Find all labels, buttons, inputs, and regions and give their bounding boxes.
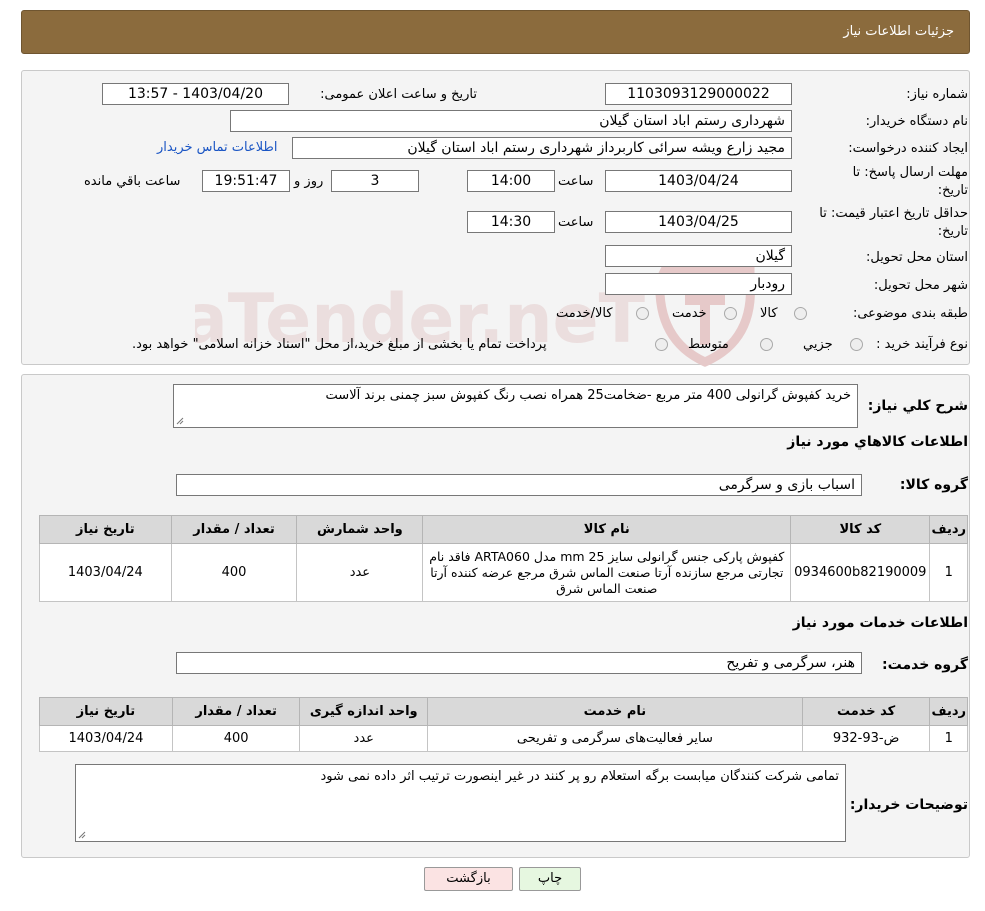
remaining-time-label: ساعت باقي مانده [84,174,181,189]
buyer-notes-textarea[interactable]: تمامی شرکت کنندگان میابست برگه استعلام ر… [75,764,846,842]
goods-group-field: اسباب بازی و سرگرمی [176,474,862,496]
back-button[interactable]: بازگشت [424,867,513,891]
goods-col-code: کد کالا [790,515,931,544]
goods-col-name: نام کالا [422,515,792,544]
services-section-title: اطلاعات خدمات مورد نياز [792,615,968,631]
summary-text: خرید کفپوش گرانولی 400 متر مربع -ضخامت25… [325,388,851,403]
print-button[interactable]: چاپ [519,867,581,891]
goods-section-title: اطلاعات کالاهاي مورد نياز [787,434,968,450]
goods-row-date: 1403/04/24 [39,543,172,602]
watermark-logo-bar [685,295,725,305]
goods-row-unit: عدد [296,543,424,602]
resize-handle-icon [78,831,86,839]
goods-row-number: 1 [929,543,968,602]
buyer-contact-link[interactable]: اطلاعات تماس خریدار [157,140,277,155]
buyer-notes-text: تمامی شرکت کنندگان میابست برگه استعلام ر… [320,769,839,784]
summary-textarea[interactable]: خرید کفپوش گرانولی 400 متر مربع -ضخامت25… [173,384,858,428]
services-row-date: 1403/04/24 [39,725,173,752]
process-note: پرداخت تمام یا بخشی از مبلغ خرید،از محل … [132,337,547,352]
goods-row-qty: 400 [170,543,298,602]
process-option-medium: متوسط [688,337,729,352]
resize-handle-icon [176,417,184,425]
services-col-qty: تعداد / مقدار [171,697,301,726]
category-label: طبقه بندی موضوعی: [852,306,968,321]
process-option-minor: جزيي [803,337,833,352]
process-radio-medium[interactable] [760,338,773,351]
need-number-label: شماره نیاز: [906,87,968,102]
treasury-checkbox[interactable] [655,338,668,351]
process-label: نوع فرآیند خرید : [876,337,968,352]
category-option-goods: کالا [760,306,778,321]
services-col-date: تاريخ نياز [39,697,173,726]
creator-field: مجید زارع ویشه سرائی کاربرداز شهرداری رس… [292,137,792,159]
validity-date-field: 1403/04/25 [605,211,792,233]
need-number-field: 1103093129000022 [605,83,792,105]
goods-table-header: رديف کد کالا نام کالا واحد شمارش تعداد /… [39,515,968,544]
creator-label: ایجاد کننده درخواست: [848,141,968,156]
services-row-unit: عدد [299,725,429,752]
services-row-qty: 400 [171,725,301,752]
services-table-wrapper: رديف کد خدمت نام خدمت واحد اندازه گيری ت… [39,697,968,752]
reply-time-label: ساعت [558,174,594,189]
services-table-header: رديف کد خدمت نام خدمت واحد اندازه گيری ت… [39,697,968,726]
page-title: جزئیات اطلاعات نیاز [843,24,954,39]
validity-time-label: ساعت [558,215,594,230]
validity-time-field: 14:30 [467,211,555,233]
page-header: جزئیات اطلاعات نیاز [21,10,970,54]
days-label: روز و [294,174,324,189]
buyer-org-label: نام دستگاه خریدار: [865,114,968,129]
services-col-unit: واحد اندازه گيری [299,697,429,726]
goods-group-label: گروه کالا: [899,477,968,493]
remaining-time-field: 19:51:47 [202,170,290,192]
buyer-notes-label: توضيحات خريدار: [849,797,968,813]
reply-deadline-label-2: تاریخ: [937,183,968,198]
city-field: رودبار [605,273,792,295]
services-row-number: 1 [929,725,968,752]
goods-table-wrapper: رديف کد کالا نام کالا واحد شمارش تعداد /… [39,515,968,602]
buyer-org-field: شهرداری رستم اباد استان گیلان [230,110,792,132]
category-radio-goods-service[interactable] [636,307,649,320]
goods-row-name: کفپوش پارکی جنس گرانولی سایز mm 25 مدل A… [422,543,792,602]
goods-col-date: تاريخ نياز [39,515,172,544]
province-label: استان محل تحویل: [866,250,968,265]
goods-col-qty: تعداد / مقدار [170,515,298,544]
province-field: گیلان [605,245,792,267]
days-field: 3 [331,170,419,192]
reply-date-field: 1403/04/24 [605,170,792,192]
goods-col-unit: واحد شمارش [296,515,424,544]
services-col-code: کد خدمت [801,697,931,726]
reply-deadline-label: مهلت ارسال پاسخ: تا [852,165,968,180]
services-col-name: نام خدمت [427,697,803,726]
services-col-row: رديف [929,697,968,726]
goods-col-row: رديف [929,515,968,544]
services-row-code: ض-93-932 [801,725,931,752]
category-option-service: خدمت [672,306,707,321]
category-option-goods-service: کالا/خدمت [556,306,613,321]
announce-label: تاریخ و ساعت اعلان عمومی: [320,87,477,102]
table-row: 1 ض-93-932 سایر فعالیت‌های سرگرمی و تفری… [39,725,968,752]
announce-field: 1403/04/20 - 13:57 [102,83,289,105]
table-row: 1 0934600b82190009 کفپوش پارکی جنس گرانو… [39,543,968,602]
city-label: شهر محل تحویل: [873,278,968,293]
category-radio-goods[interactable] [794,307,807,320]
price-validity-label-2: تاریخ: [937,224,968,239]
category-radio-service[interactable] [724,307,737,320]
services-row-name: سایر فعالیت‌های سرگرمی و تفریحی [427,725,803,752]
goods-row-code: 0934600b82190009 [790,543,931,602]
services-group-label: گروه خدمت: [882,657,968,673]
price-validity-label: حداقل تاریخ اعتبار قیمت: تا [819,206,968,221]
services-table: رديف کد خدمت نام خدمت واحد اندازه گيری ت… [39,697,968,752]
services-group-field: هنر، سرگرمی و تفریح [176,652,862,674]
summary-label: شرح کلي نياز: [867,398,968,414]
goods-table: رديف کد کالا نام کالا واحد شمارش تعداد /… [39,515,968,602]
process-radio-minor[interactable] [850,338,863,351]
reply-time-field: 14:00 [467,170,555,192]
